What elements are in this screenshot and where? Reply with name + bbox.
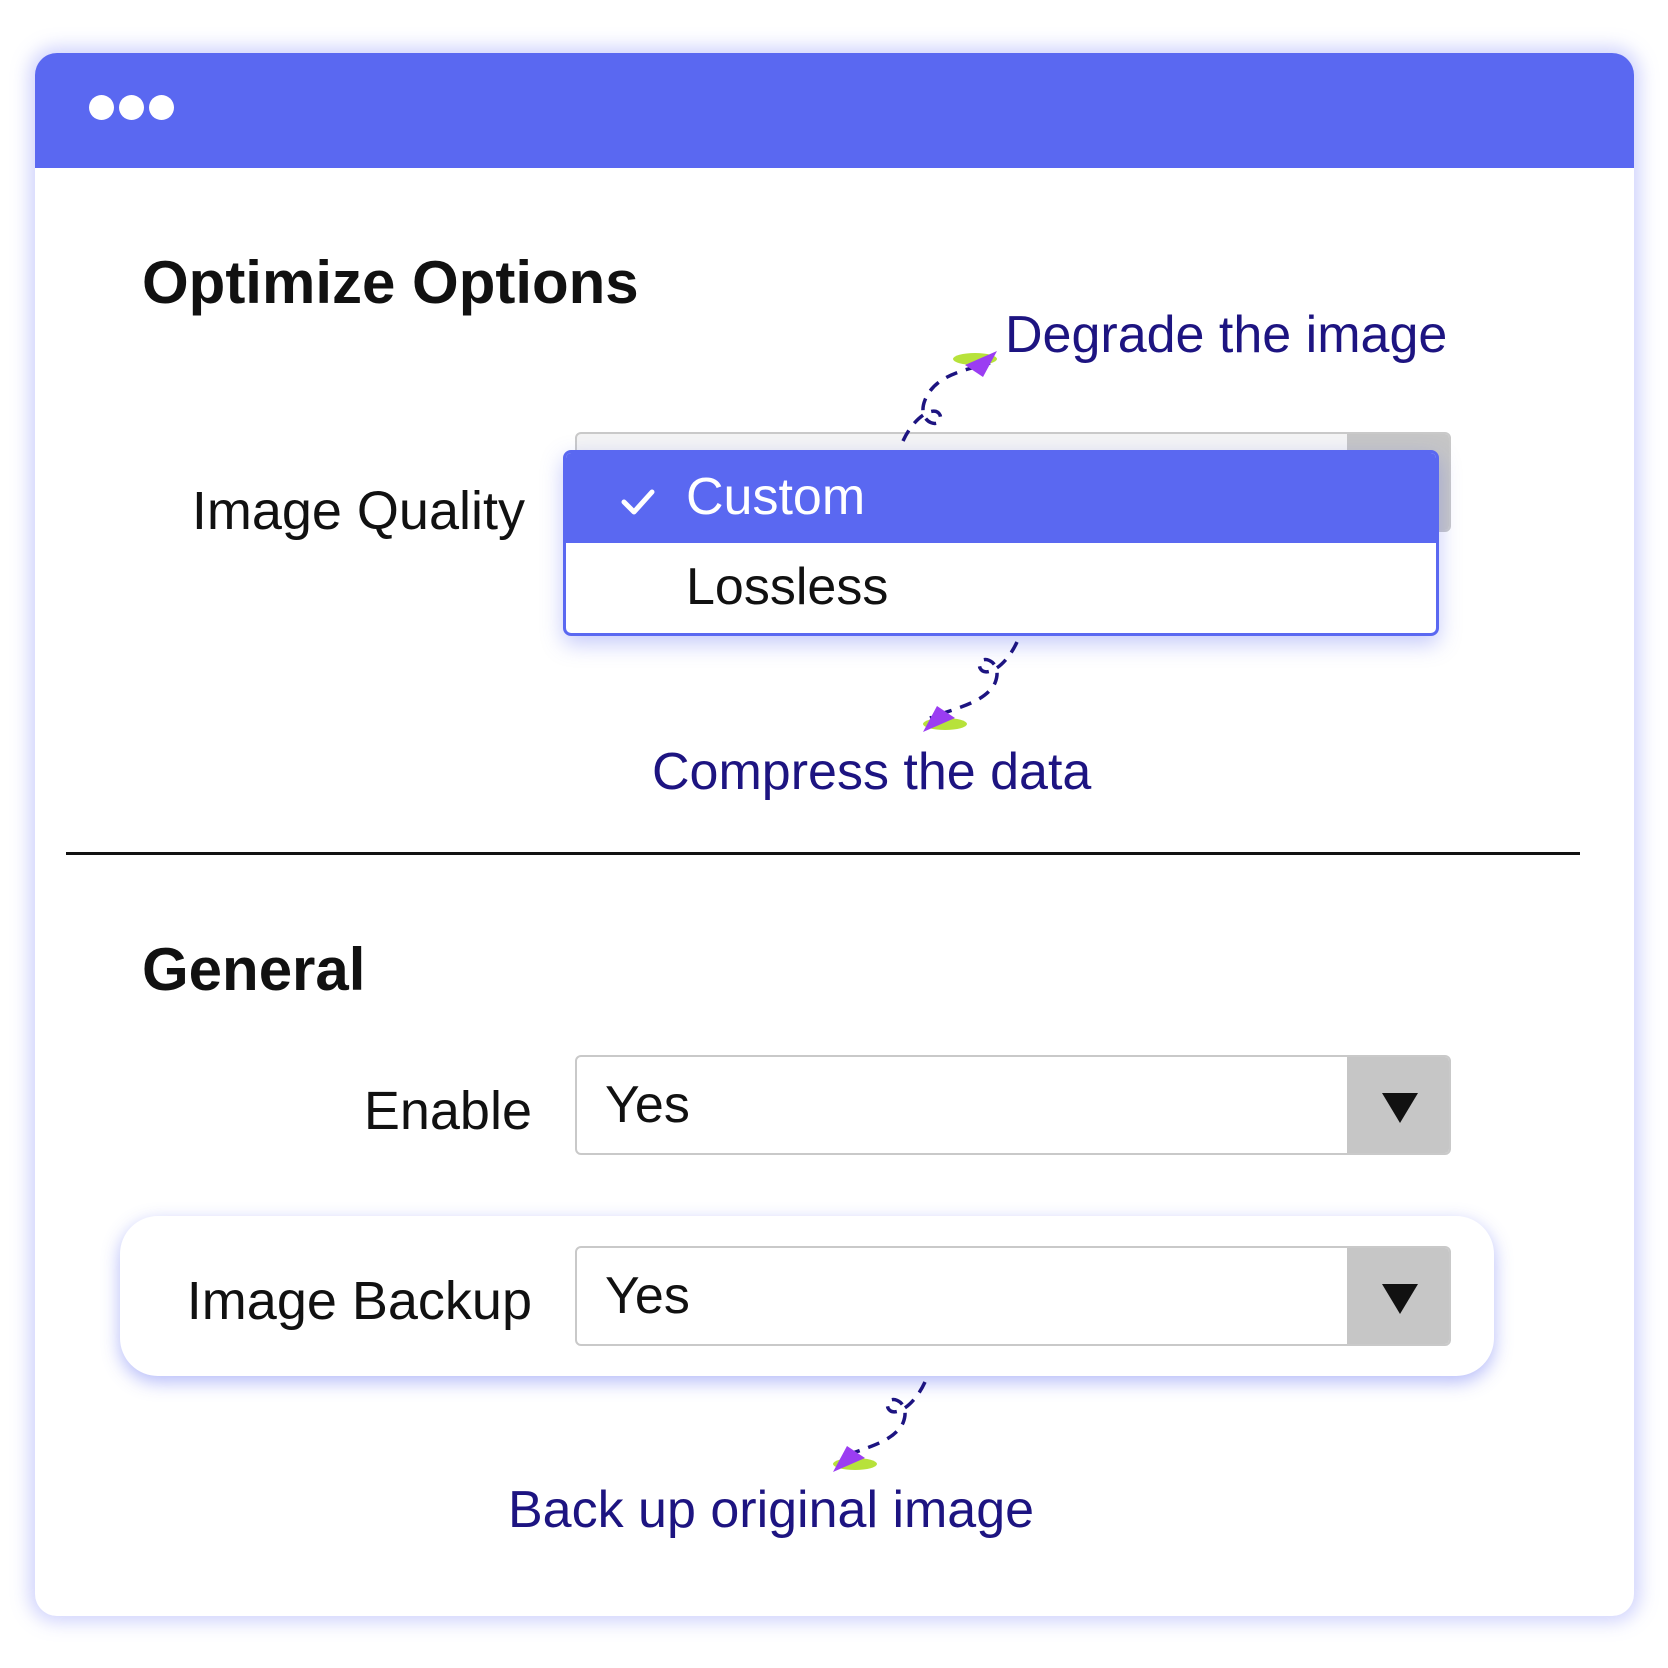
image-backup-select-button[interactable] (1347, 1248, 1449, 1344)
check-icon (618, 475, 658, 535)
image-backup-select-value: Yes (605, 1267, 690, 1325)
enable-select-button[interactable] (1347, 1057, 1449, 1153)
annotation-backup: Back up original image (508, 1481, 1035, 1539)
dropdown-option-lossless[interactable]: Lossless (566, 543, 1436, 633)
three-dots-icon[interactable] (89, 95, 179, 121)
dropdown-option-label: Lossless (686, 558, 889, 616)
image-quality-label: Image Quality (191, 481, 525, 541)
curly-arrow-icon (901, 351, 997, 442)
image-quality-dropdown: Custom Lossless (563, 450, 1439, 636)
window-titlebar (35, 53, 1634, 168)
enable-select[interactable]: Yes (575, 1055, 1451, 1155)
triangle-down-icon (1382, 1284, 1418, 1314)
dropdown-option-label: Custom (686, 468, 866, 526)
dropdown-option-custom[interactable]: Custom (566, 453, 1436, 543)
enable-label: Enable (363, 1081, 532, 1141)
image-backup-label: Image Backup (186, 1271, 532, 1331)
image-backup-select[interactable]: Yes (575, 1246, 1451, 1346)
enable-select-value: Yes (605, 1076, 690, 1134)
dot (149, 95, 174, 120)
dot (119, 95, 144, 120)
section-divider (66, 852, 1580, 855)
curly-arrow-icon (833, 1381, 927, 1472)
general-title: General (142, 936, 366, 1003)
annotation-degrade: Degrade the image (1005, 306, 1448, 364)
annotation-compress: Compress the data (652, 743, 1092, 801)
triangle-down-icon (1382, 1093, 1418, 1123)
optimize-options-title: Optimize Options (142, 249, 639, 316)
dot (89, 95, 114, 120)
curly-arrow-icon (923, 641, 1019, 732)
